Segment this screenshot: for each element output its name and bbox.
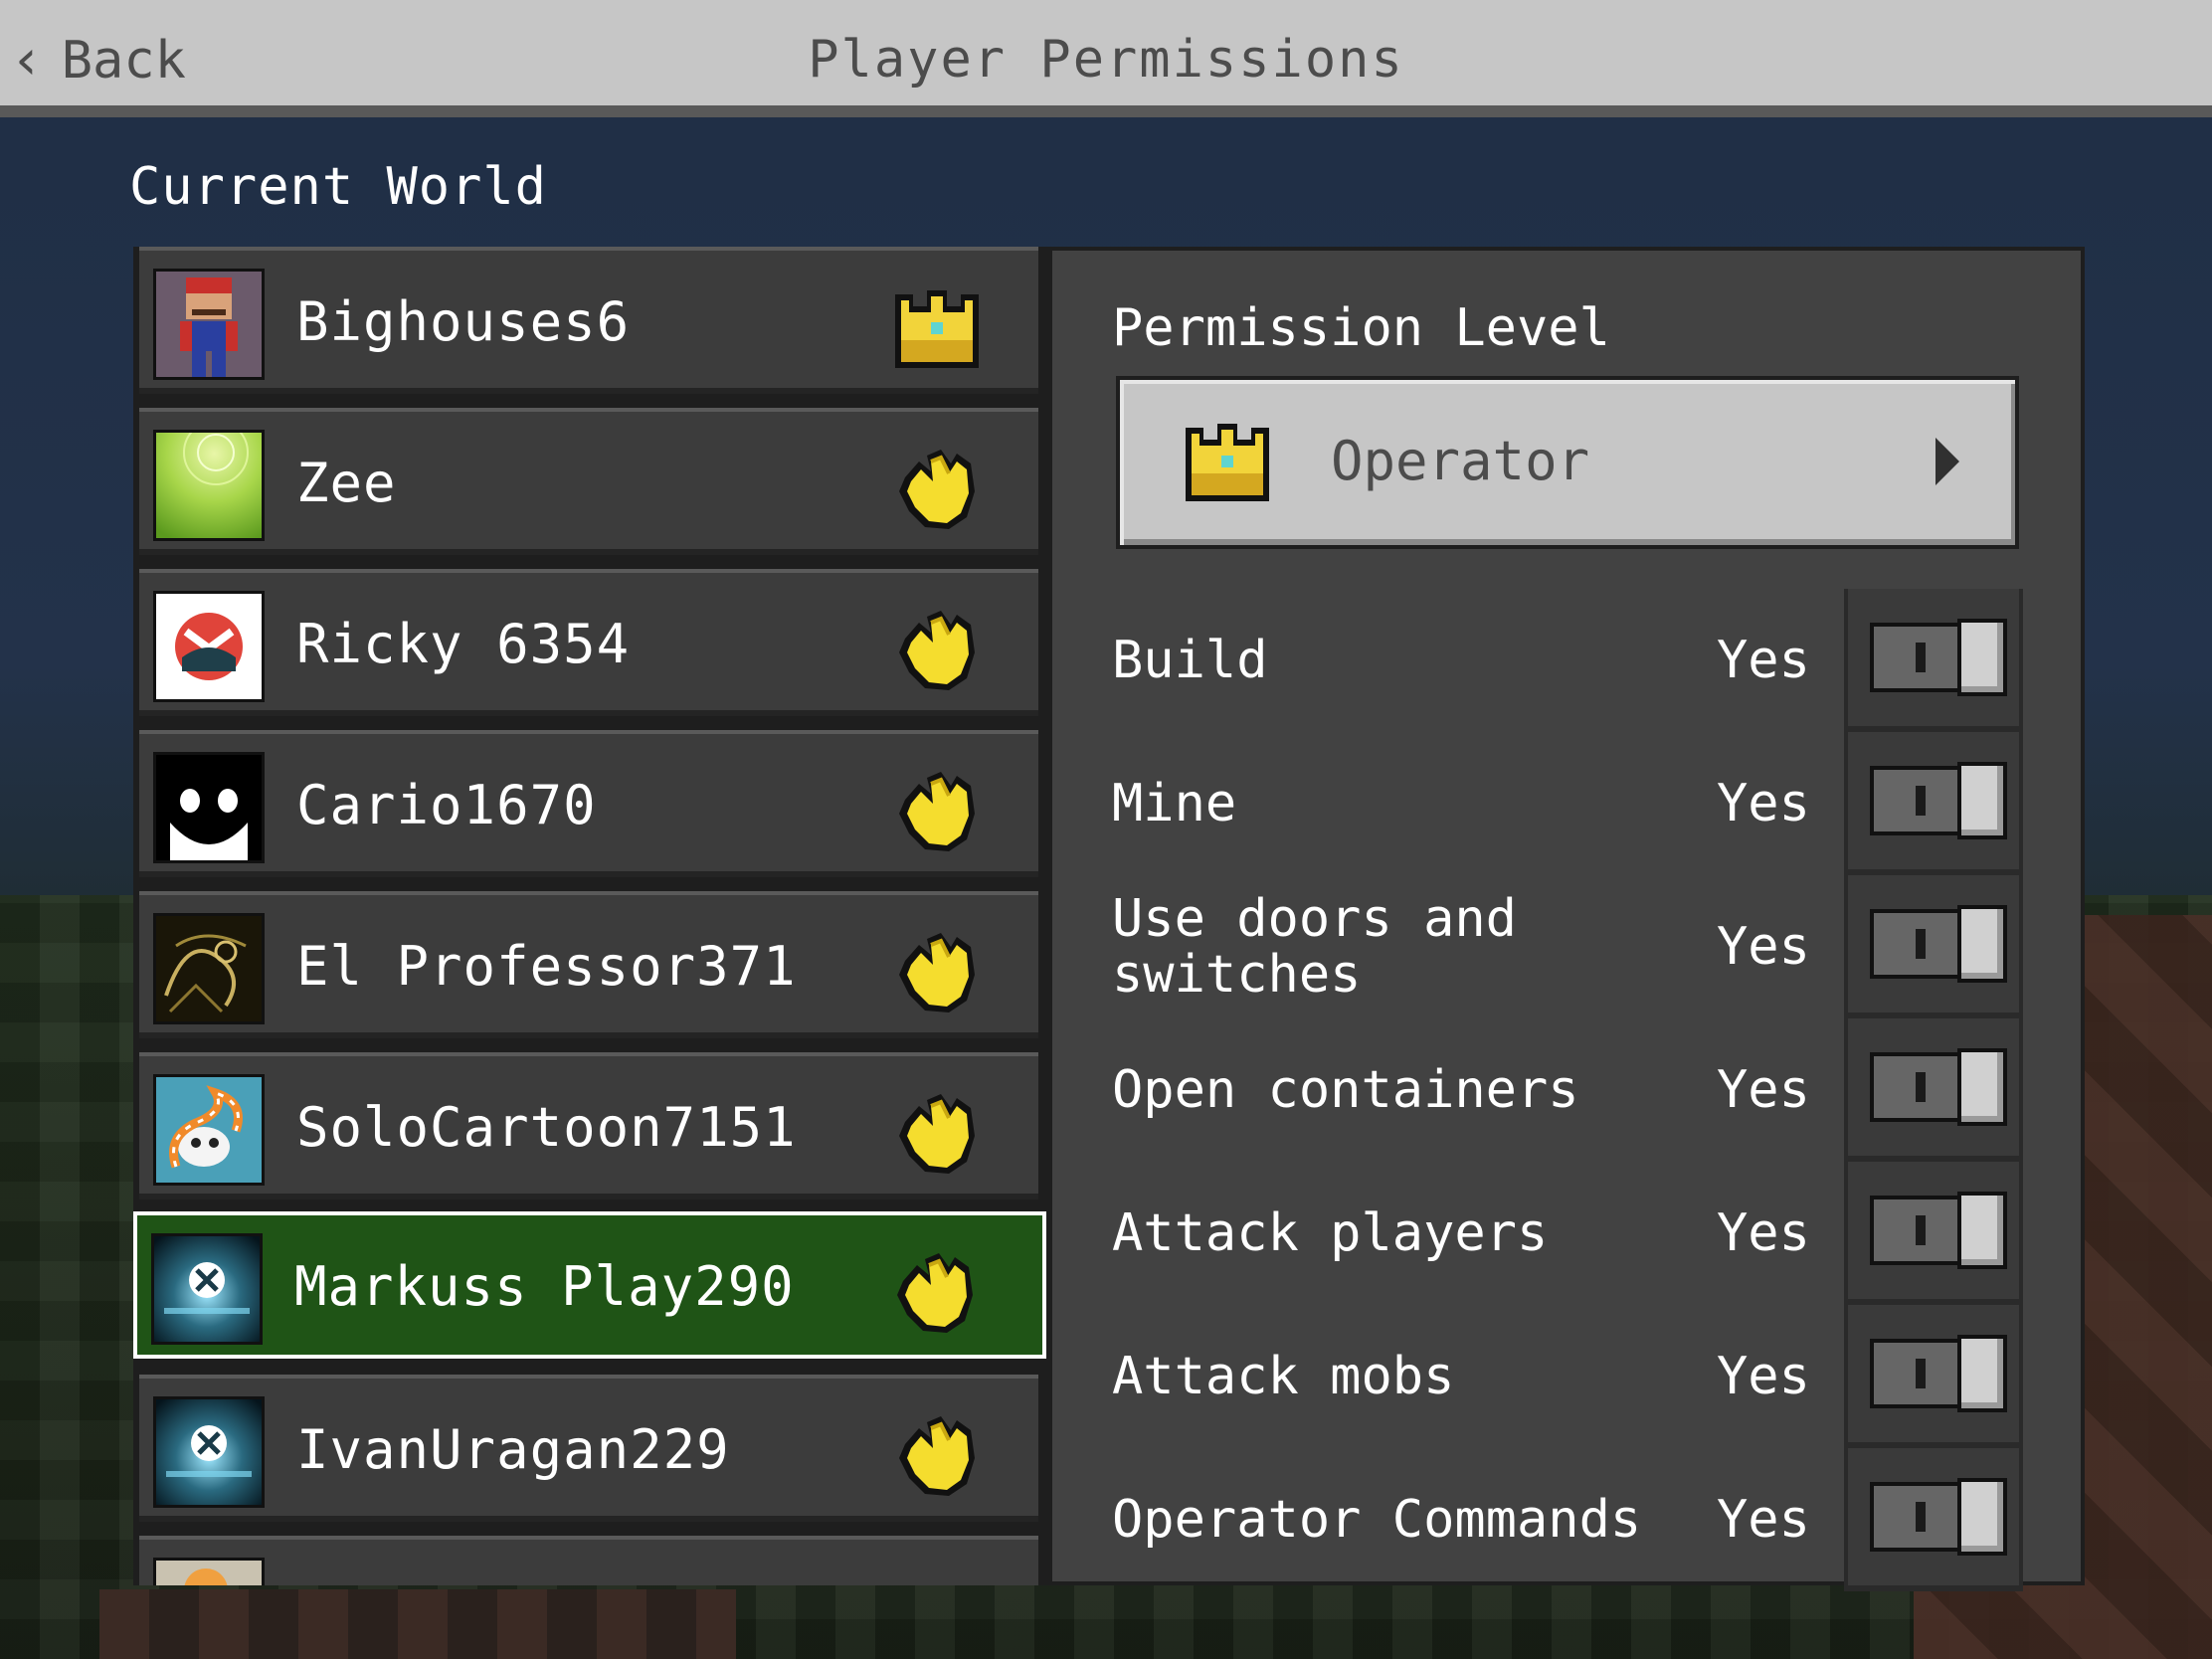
toggle-on-mark [1916, 1215, 1926, 1245]
player-name: Cario1670 [296, 774, 597, 836]
background-dirt-bottom [99, 1589, 736, 1659]
player-row[interactable]: Ricky 6354 [139, 569, 1038, 716]
player-row[interactable]: Zee [139, 408, 1038, 555]
section-title: Current World [129, 157, 547, 217]
toggle-knob[interactable] [1957, 905, 2007, 983]
toggle-on-mark [1916, 1502, 1926, 1532]
permission-label: Attack mobs [1112, 1347, 1455, 1406]
attack-mobs-toggle[interactable] [1870, 1335, 2007, 1412]
toggle-knob[interactable] [1957, 1048, 2007, 1126]
player-name: Markuss Play290 [294, 1255, 795, 1318]
hand-icon [891, 442, 983, 533]
permission-value: Yes [1717, 1060, 1810, 1120]
player-row[interactable]: Bighouses6 [139, 247, 1038, 394]
toggle-cell [1844, 732, 2023, 875]
page-title: Player Permissions [808, 30, 1404, 90]
player-row[interactable]: Cario1670 [139, 730, 1038, 877]
permission-label: Use doors and switches [1112, 889, 1517, 1005]
permission-level-value: Operator [1331, 430, 1590, 492]
toggle-knob[interactable] [1957, 1335, 2007, 1412]
permission-level-label: Permission Level [1112, 298, 1610, 358]
player-name: IvanUragan229 [296, 1418, 730, 1481]
containers-toggle[interactable] [1870, 1048, 2007, 1126]
toggle-knob[interactable] [1957, 762, 2007, 839]
permission-label: Mine [1112, 774, 1237, 833]
mine-toggle[interactable] [1870, 762, 2007, 839]
player-list[interactable]: Bighouses6 Zee Ricky 6354 Cario1670 El P… [133, 247, 1048, 1585]
permission-value: Yes [1717, 1490, 1810, 1550]
toggle-on-mark [1916, 786, 1926, 816]
toggle-cell [1844, 875, 2023, 1018]
player-name: SoloCartoon7151 [296, 1096, 797, 1159]
build-toggle[interactable] [1870, 619, 2007, 696]
permission-row-operator-commands: Operator Commands Yes [1052, 1448, 2089, 1591]
player-name: Ricky 6354 [296, 613, 631, 675]
operator-commands-toggle[interactable] [1870, 1478, 2007, 1556]
toggle-on-mark [1916, 643, 1926, 672]
toggle-on-mark [1916, 1359, 1926, 1388]
permission-row-doors: Use doors and switches Yes [1052, 875, 2089, 1018]
avatar [153, 1396, 265, 1508]
permission-value: Yes [1717, 1203, 1810, 1263]
toggle-cell [1844, 1162, 2023, 1305]
hand-icon [891, 925, 983, 1016]
toggle-knob[interactable] [1957, 1192, 2007, 1269]
chevron-right-icon [1936, 438, 1959, 485]
permission-value: Yes [1717, 774, 1810, 833]
permission-level-dropdown[interactable]: Operator [1116, 376, 2019, 549]
avatar [153, 1558, 265, 1585]
crown-icon [1182, 414, 1273, 505]
avatar [153, 1074, 265, 1186]
player-row[interactable]: SoloCartoon7151 [139, 1052, 1038, 1199]
header-bar: ‹ Back Player Permissions [0, 0, 2212, 117]
permission-label: Build [1112, 631, 1268, 690]
hand-icon [891, 1408, 983, 1500]
player-name: El Professor371 [296, 935, 797, 998]
toggle-knob[interactable] [1957, 619, 2007, 696]
permission-row-attack-mobs: Attack mobs Yes [1052, 1305, 2089, 1448]
avatar [153, 752, 265, 863]
hand-icon [891, 764, 983, 855]
permission-row-attack-players: Attack players Yes [1052, 1162, 2089, 1305]
attack-players-toggle[interactable] [1870, 1192, 2007, 1269]
permission-row-mine: Mine Yes [1052, 732, 2089, 875]
toggle-on-mark [1916, 1072, 1926, 1102]
player-name: Bighouses6 [296, 290, 631, 353]
player-row-partial[interactable] [139, 1536, 1038, 1585]
permissions-panel: Permission Level Operator Build Yes Mine… [1048, 247, 2085, 1591]
permission-row-build: Build Yes [1052, 589, 2089, 732]
toggle-on-mark [1916, 929, 1926, 959]
doors-toggle[interactable] [1870, 905, 2007, 983]
permission-row-containers: Open containers Yes [1052, 1018, 2089, 1162]
permission-label: Operator Commands [1112, 1490, 1642, 1550]
hand-icon [889, 1245, 981, 1337]
crown-icon [891, 280, 983, 372]
toggle-cell [1844, 1448, 2023, 1591]
hand-icon [891, 1086, 983, 1178]
player-row[interactable]: El Professor371 [139, 891, 1038, 1038]
avatar [153, 430, 265, 541]
toggle-cell [1844, 589, 2023, 732]
toggle-cell [1844, 1018, 2023, 1162]
avatar [153, 913, 265, 1024]
player-row-selected[interactable]: Markuss Play290 [133, 1211, 1046, 1359]
toggle-cell [1844, 1305, 2023, 1448]
permission-value: Yes [1717, 1347, 1810, 1406]
permission-value: Yes [1717, 631, 1810, 690]
permission-label: Open containers [1112, 1060, 1579, 1120]
player-name: Zee [296, 452, 397, 514]
player-row[interactable]: IvanUragan229 [139, 1375, 1038, 1522]
permission-label: Attack players [1112, 1203, 1549, 1263]
toggle-knob[interactable] [1957, 1478, 2007, 1556]
avatar [153, 591, 265, 702]
avatar [153, 269, 265, 380]
avatar [151, 1233, 263, 1345]
hand-icon [891, 603, 983, 694]
permission-value: Yes [1717, 917, 1810, 977]
